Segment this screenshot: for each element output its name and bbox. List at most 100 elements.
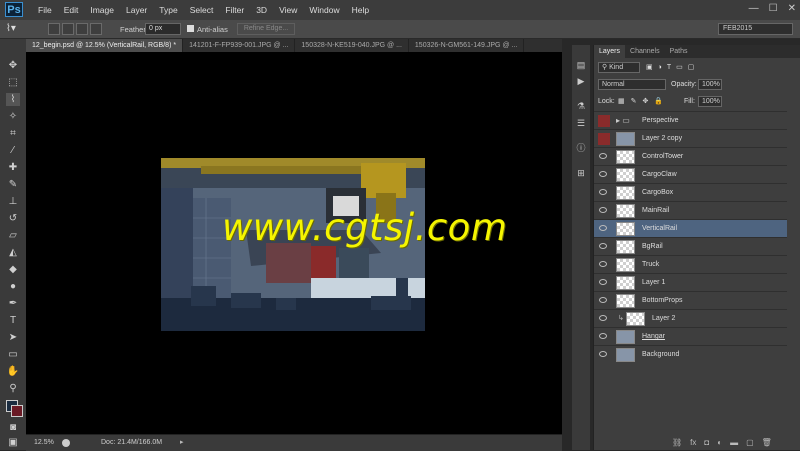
screen-mode-icon[interactable]: ▣ [6, 436, 20, 449]
pen-tool-icon[interactable]: ✒ [6, 297, 20, 310]
delete-layer-icon[interactable]: 🗑 [762, 435, 772, 450]
eye-icon[interactable] [599, 243, 607, 249]
layer-row[interactable]: Hangar [594, 327, 787, 345]
menu-layer[interactable]: Layer [120, 0, 153, 20]
lock-icons[interactable]: ▦✎✥🔒 [618, 97, 669, 105]
character-panel-icon[interactable]: ⊞ [574, 167, 588, 179]
info-panel-icon[interactable]: ⓘ [574, 142, 588, 154]
refine-edge-button[interactable]: Refine Edge... [237, 23, 295, 35]
layer-filter-icons[interactable]: ▣◑T▭▢ [646, 63, 699, 71]
menu-image[interactable]: Image [84, 0, 120, 20]
maximize-button[interactable]: ☐ [769, 3, 778, 14]
layer-row[interactable]: MainRail [594, 201, 787, 219]
layer-row[interactable]: BottomProps [594, 291, 787, 309]
path-selection-tool-icon[interactable]: ➤ [6, 331, 20, 344]
background-color-swatch[interactable] [11, 405, 23, 417]
doc-tab[interactable]: 141201-F-FP939-001.JPG @ ... [183, 39, 296, 52]
menu-type[interactable]: Type [153, 0, 183, 20]
lasso-tool-icon[interactable]: ⌇ [6, 93, 20, 106]
layer-row[interactable]: ↳ Layer 2 [594, 309, 787, 327]
new-selection-icon[interactable] [48, 23, 60, 35]
eye-icon[interactable] [599, 261, 607, 267]
minimize-button[interactable]: — [749, 3, 759, 14]
menu-file[interactable]: File [32, 0, 58, 20]
status-info-icon[interactable] [62, 439, 70, 447]
link-layers-icon[interactable]: ⛓ [672, 435, 682, 450]
eyedropper-tool-icon[interactable]: ⁄ [6, 144, 20, 157]
layer-row[interactable]: Layer 2 copy [594, 129, 787, 147]
new-layer-icon[interactable]: ▢ [746, 435, 754, 450]
dodge-tool-icon[interactable]: ● [6, 280, 20, 293]
menu-window[interactable]: Window [303, 0, 345, 20]
eye-icon[interactable] [599, 279, 607, 285]
eraser-tool-icon[interactable]: ▱ [6, 229, 20, 242]
doc-tab[interactable]: 150326-N-GM561-149.JPG @ ... [409, 39, 525, 52]
clone-stamp-tool-icon[interactable]: ⊥ [6, 195, 20, 208]
layer-row[interactable]: ▸ ▭ Perspective [594, 111, 787, 129]
workspace-select[interactable]: FEB2015 [718, 23, 793, 35]
crop-tool-icon[interactable]: ⌗ [6, 127, 20, 140]
eye-icon[interactable] [599, 171, 607, 177]
menu-view[interactable]: View [273, 0, 303, 20]
zoom-tool-icon[interactable]: ⚲ [6, 382, 20, 395]
menu-select[interactable]: Select [184, 0, 220, 20]
layer-row[interactable]: ControlTower [594, 147, 787, 165]
layer-row[interactable]: Background [594, 345, 787, 363]
hand-tool-icon[interactable]: ✋ [6, 365, 20, 378]
layer-row[interactable]: Truck [594, 255, 787, 273]
brush-tool-icon[interactable]: ✎ [6, 178, 20, 191]
blend-mode-select[interactable]: Normal [598, 79, 666, 90]
blur-tool-icon[interactable]: ◆ [6, 263, 20, 276]
rectangle-tool-icon[interactable]: ▭ [6, 348, 20, 361]
feather-input[interactable]: 0 px [145, 23, 181, 35]
eye-icon[interactable] [599, 351, 607, 357]
menu-help[interactable]: Help [346, 0, 375, 20]
eye-icon[interactable] [599, 225, 607, 231]
menu-filter[interactable]: Filter [219, 0, 250, 20]
visibility-toggle-hidden-icon[interactable] [598, 133, 610, 145]
status-menu-arrow-icon[interactable]: ▸ [180, 435, 184, 451]
adjustments-panel-icon[interactable]: ⚗ [574, 100, 588, 112]
filter-kind-select[interactable]: ⚲ Kind [598, 62, 640, 73]
layer-row[interactable]: CargoBox [594, 183, 787, 201]
healing-brush-tool-icon[interactable]: ✚ [6, 161, 20, 174]
quick-mask-icon[interactable]: ◙ [6, 421, 20, 434]
close-button[interactable]: ✕ [788, 3, 796, 14]
doc-tab-active[interactable]: 12_begin.psd @ 12.5% (VerticalRail, RGB/… [26, 39, 184, 52]
fill-input[interactable]: 100% [698, 96, 722, 107]
menu-3d[interactable]: 3D [250, 0, 273, 20]
eye-icon[interactable] [599, 189, 607, 195]
add-to-selection-icon[interactable] [62, 23, 74, 35]
eye-icon[interactable] [599, 207, 607, 213]
eye-icon[interactable] [599, 333, 607, 339]
layer-row[interactable]: Layer 1 [594, 273, 787, 291]
eye-icon[interactable] [599, 297, 607, 303]
eye-icon[interactable] [599, 315, 607, 321]
visibility-toggle-hidden-icon[interactable] [598, 115, 610, 127]
history-brush-tool-icon[interactable]: ↺ [6, 212, 20, 225]
polygonal-lasso-preset-icon[interactable]: ⌇▾ [6, 22, 28, 36]
adjustment-layer-icon[interactable]: ◐ [717, 435, 722, 450]
quick-select-tool-icon[interactable]: ✧ [6, 110, 20, 123]
history-panel-icon[interactable]: ▤ [574, 59, 588, 71]
new-group-icon[interactable]: ▬ [730, 435, 738, 450]
move-tool-icon[interactable]: ✥ [6, 59, 20, 72]
properties-panel-icon[interactable]: ☰ [574, 117, 588, 129]
subtract-from-selection-icon[interactable] [76, 23, 88, 35]
tab-channels[interactable]: Channels [625, 45, 665, 58]
menu-edit[interactable]: Edit [58, 0, 85, 20]
add-mask-icon[interactable]: ◘ [704, 435, 709, 450]
zoom-level[interactable]: 12.5% [34, 435, 54, 451]
layer-row[interactable]: VerticalRail [594, 219, 787, 237]
paint-bucket-tool-icon[interactable]: ◭ [6, 246, 20, 259]
layer-style-icon[interactable]: fx [690, 435, 696, 450]
type-tool-icon[interactable]: T [6, 314, 20, 327]
tab-layers[interactable]: Layers [594, 45, 626, 58]
layer-row[interactable]: BgRail [594, 237, 787, 255]
actions-panel-icon[interactable]: ▶ [574, 75, 588, 87]
opacity-input[interactable]: 100% [698, 79, 722, 90]
tab-paths[interactable]: Paths [665, 45, 693, 58]
layer-row[interactable]: CargoClaw [594, 165, 787, 183]
antialias-checkbox[interactable] [187, 25, 194, 32]
eye-icon[interactable] [599, 153, 607, 159]
